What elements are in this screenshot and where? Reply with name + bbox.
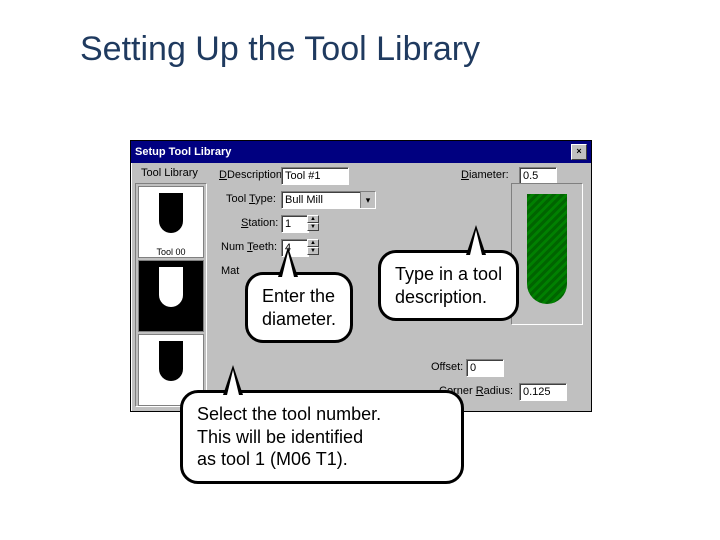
tool-item-caption: Tool 00 <box>139 247 203 257</box>
callout-text: Select the tool number. <box>197 404 381 424</box>
callout-text: diameter. <box>262 309 336 329</box>
station-label: Station: <box>241 217 278 229</box>
tool-library-label: Tool Library <box>141 167 198 179</box>
tool-icon <box>159 341 183 381</box>
tool-item-caption: Tool 01 <box>139 321 203 331</box>
tool-type-label: Tool Type: <box>226 193 276 205</box>
tool-icon <box>159 193 183 233</box>
tool-list[interactable]: Tool 00 Tool 01 <box>135 183 207 407</box>
offset-input[interactable]: 0 <box>466 359 504 377</box>
callout-text: as tool 1 (M06 T1). <box>197 449 348 469</box>
callout-text: description. <box>395 287 487 307</box>
callout-text: Enter the <box>262 286 335 306</box>
callout-tail-icon <box>466 225 486 255</box>
description-input[interactable]: Tool #1 <box>281 167 349 185</box>
diameter-label: Diameter: <box>461 169 509 181</box>
callout-tool-number: Select the tool number. This will be ide… <box>180 390 464 484</box>
dialog-title: Setup Tool Library <box>135 146 231 158</box>
dialog-titlebar: Setup Tool Library × <box>131 141 591 163</box>
tool-preview-shape-icon <box>527 194 567 304</box>
slide-title: Setting Up the Tool Library <box>80 30 480 69</box>
dialog-body: Tool Library Tool 00 Tool 01 DDescriptio… <box>131 163 591 423</box>
close-icon[interactable]: × <box>571 144 587 160</box>
corner-radius-input[interactable]: 0.125 <box>519 383 567 401</box>
num-teeth-spinner[interactable]: ▲▼ <box>307 239 319 255</box>
callout-tail-icon <box>223 365 243 395</box>
offset-label: Offset: <box>431 361 463 373</box>
setup-tool-library-dialog: Setup Tool Library × Tool Library Tool 0… <box>130 140 592 412</box>
tool-preview <box>511 183 583 325</box>
material-label: Mat <box>221 265 239 277</box>
callout-tail-icon <box>278 247 298 277</box>
num-teeth-label: Num Teeth: <box>221 241 277 253</box>
callout-text: This will be identified <box>197 427 363 447</box>
tool-icon <box>159 267 183 307</box>
tool-type-combo[interactable]: Bull Mill <box>281 191 376 209</box>
callout-text: Type in a tool <box>395 264 502 284</box>
station-input[interactable]: 1 <box>281 215 309 233</box>
description-label: DDescription: <box>219 169 285 181</box>
station-spinner[interactable]: ▲▼ <box>307 215 319 231</box>
label-text: Description: <box>227 169 285 181</box>
callout-diameter: Enter the diameter. <box>245 272 353 343</box>
callout-description: Type in a tool description. <box>378 250 519 321</box>
